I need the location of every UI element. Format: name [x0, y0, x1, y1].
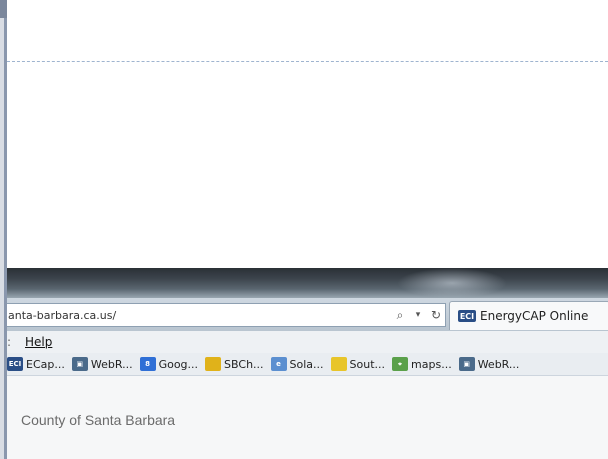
page-title: County of Santa Barbara: [21, 412, 176, 428]
eci-icon: ECI: [458, 310, 476, 322]
favorite-label: WebR...: [90, 357, 133, 371]
titlebar-glow: [397, 268, 507, 298]
favorite-label: Goog...: [158, 357, 199, 371]
favorite-item[interactable]: Sout...: [330, 357, 386, 371]
google-icon: 8: [139, 357, 156, 371]
maps-icon: ⌖: [392, 357, 409, 371]
favorite-item[interactable]: ECI ECap...: [7, 357, 65, 371]
folder-icon: [205, 357, 222, 371]
ie-icon: e: [270, 357, 287, 371]
tab-label: EnergyCAP Online: [480, 309, 589, 323]
menu-bar: : Help: [7, 331, 608, 353]
favorite-label: Sola...: [289, 357, 324, 371]
favorite-item[interactable]: ▣ WebR...: [458, 357, 520, 371]
favorites-bar: ECI ECap... ▣ WebR... 8 Goog... SBCh... e Sola..…: [7, 353, 608, 376]
browser-titlebar: [7, 268, 608, 298]
favorite-label: Sout...: [349, 357, 386, 371]
refresh-icon[interactable]: ↻: [427, 305, 445, 325]
slide-corner: [0, 0, 7, 18]
url-text: anta-barbara.ca.us/: [8, 308, 117, 322]
favorite-item[interactable]: ▣ WebR...: [71, 357, 133, 371]
tab-energycap[interactable]: ECI EnergyCAP Online: [449, 301, 608, 330]
favorite-item[interactable]: 8 Goog...: [139, 357, 199, 371]
favorite-item[interactable]: SBCh...: [205, 357, 264, 371]
menu-help[interactable]: Help: [19, 335, 52, 349]
favorite-label: SBCh...: [224, 357, 264, 371]
address-bar: anta-barbara.ca.us/ ⌕ ▾ ↻ ECI EnergyCAP …: [7, 298, 608, 331]
dashed-divider: [7, 61, 608, 62]
page-icon: ▣: [71, 357, 88, 371]
slide-left-border: [0, 0, 7, 459]
dropdown-icon[interactable]: ▾: [409, 305, 427, 325]
url-field[interactable]: anta-barbara.ca.us/ ⌕ ▾ ↻: [7, 303, 446, 327]
favorite-item[interactable]: e Sola...: [270, 357, 324, 371]
browser-screenshot: anta-barbara.ca.us/ ⌕ ▾ ↻ ECI EnergyCAP …: [7, 268, 608, 459]
page-content: County of Santa Barbara: [7, 376, 608, 459]
favorite-item[interactable]: ⌖ maps...: [392, 357, 452, 371]
note-icon: [330, 357, 347, 371]
eci-icon: ECI: [7, 357, 23, 371]
favorite-label: WebR...: [477, 357, 520, 371]
favorite-label: maps...: [411, 357, 452, 371]
menu-separator: :: [7, 335, 12, 349]
search-icon[interactable]: ⌕: [391, 305, 409, 325]
page-icon: ▣: [458, 357, 475, 371]
favorite-label: ECap...: [26, 357, 65, 371]
